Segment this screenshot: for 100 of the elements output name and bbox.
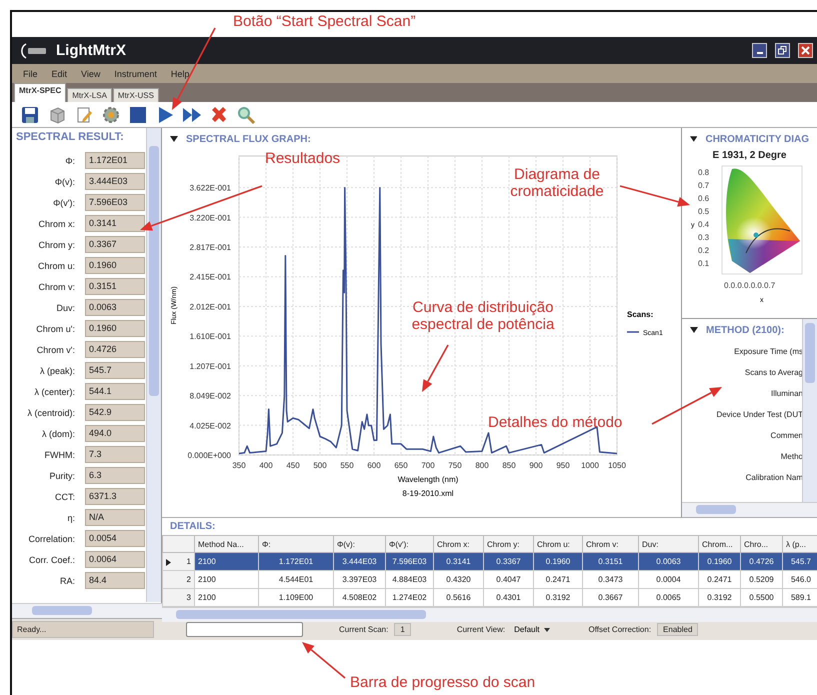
panel-title: METHOD (2100):: [706, 324, 784, 336]
annotation-label: Resultados: [265, 150, 340, 167]
x-tick-label: 950: [556, 461, 570, 470]
result-label: λ (peak):: [40, 366, 75, 376]
tab[interactable]: MtrX-LSA: [67, 88, 112, 102]
column-header[interactable]: Φ(v):: [334, 536, 386, 553]
y-tick-label: 0.5: [698, 207, 709, 216]
column-header[interactable]: Chrom v:: [582, 536, 638, 553]
table-cell: 0.0004: [638, 570, 698, 589]
column-header[interactable]: λ (p...: [782, 536, 817, 553]
collapse-icon[interactable]: [170, 136, 178, 142]
x-tick-label: 350: [232, 461, 246, 470]
result-value: 6.3: [85, 467, 145, 484]
row-header[interactable]: 1: [162, 552, 194, 571]
y-tick-label: 0.2: [698, 246, 709, 256]
stop-button[interactable]: [128, 104, 148, 125]
table-cell: 0.4726: [740, 552, 782, 571]
restore-button[interactable]: [775, 43, 790, 58]
y-tick-label: 8.049E-002: [190, 392, 231, 402]
y-tick-label: 0.7: [698, 181, 709, 190]
y-tick-label: 0.8: [698, 168, 709, 178]
annotation-label: Barra de progresso do scan: [350, 674, 536, 691]
column-header[interactable]: Chrom y:: [484, 536, 534, 553]
tab[interactable]: MtrX-USS: [112, 88, 159, 102]
column-header[interactable]: Chro...: [740, 536, 782, 553]
result-value: 6371.3: [85, 488, 145, 506]
table-cell: 1.172E01: [258, 552, 334, 571]
row-header[interactable]: 3: [162, 588, 194, 607]
column-header[interactable]: Chrom x:: [434, 536, 484, 553]
result-label: Duv:: [56, 302, 75, 313]
table-cell: 2100: [194, 570, 258, 589]
offset-correction-value: Enabled: [657, 623, 698, 636]
table-cell: 0.0063: [638, 552, 698, 571]
result-value: N/A: [85, 509, 145, 526]
x-tick-label: 500: [313, 461, 327, 470]
x-tick-label: 1000: [581, 461, 599, 470]
x-tick-label: 650: [394, 461, 408, 470]
annotation-label: Curva de distribuição espectral de potência: [410, 299, 556, 333]
collapse-icon[interactable]: [690, 327, 698, 334]
table-cell: 0.4047: [484, 570, 534, 589]
result-label: λ (center):: [34, 386, 75, 397]
horizontal-scrollbar[interactable]: [682, 502, 817, 518]
table-cell: 0.2471: [698, 570, 740, 589]
search-button[interactable]: [236, 104, 256, 125]
annotation-label: Detalhes do método: [488, 414, 622, 431]
column-header[interactable]: Duv:: [638, 536, 698, 553]
method-field-label: Metho: [780, 451, 803, 464]
close-button[interactable]: [798, 43, 813, 58]
result-value: 0.3367: [85, 236, 145, 254]
delete-button[interactable]: [209, 104, 229, 125]
column-header[interactable]: Φ:: [258, 536, 334, 553]
window-title: LightMtrX: [56, 42, 126, 60]
menu-item[interactable]: Help: [164, 68, 196, 79]
horizontal-scrollbar[interactable]: [162, 607, 817, 622]
y-tick-label: 2.415E-001: [190, 273, 231, 282]
result-value: 0.3141: [85, 215, 145, 232]
annotation-arrow: [422, 344, 449, 392]
table-cell: 3.444E03: [334, 552, 386, 571]
result-label: η:: [67, 512, 75, 523]
result-label: FWHM:: [44, 450, 75, 460]
result-value: 0.0054: [85, 530, 145, 548]
column-header[interactable]: Chrom...: [698, 536, 740, 553]
vertical-scrollbar[interactable]: [802, 319, 817, 502]
column-header[interactable]: Φ(v'):: [386, 536, 434, 553]
result-label: Chrom x:: [38, 218, 75, 229]
current-row-icon: [166, 559, 171, 566]
table-cell: 0.3151: [582, 552, 638, 571]
view-dropdown[interactable]: Default: [511, 624, 552, 636]
chart-subtitle: E 1931, 2 Degre: [712, 150, 786, 162]
tab[interactable]: MtrX-SPEC: [14, 83, 66, 102]
field-label: Current Scan:: [339, 625, 388, 634]
menu-item[interactable]: File: [16, 68, 45, 79]
collapse-icon[interactable]: [690, 136, 698, 142]
save-button[interactable]: [20, 104, 40, 125]
settings-button[interactable]: [101, 104, 121, 125]
result-label: Corr. Coef.:: [28, 554, 75, 565]
result-value: 0.0064: [85, 551, 145, 568]
panel-title: CHROMATICITY DIAG: [705, 134, 809, 145]
result-value: 84.4: [85, 572, 145, 590]
result-label: Φ:: [65, 156, 75, 166]
result-value: 544.1: [85, 383, 145, 400]
result-label: Chrom y:: [38, 240, 75, 250]
y-tick-label: 3.220E-001: [190, 214, 231, 223]
column-header[interactable]: Chrom u:: [534, 536, 582, 553]
vertical-scrollbar[interactable]: [146, 128, 161, 602]
method-field-label: Illuminan: [770, 388, 803, 400]
method-field-label: Device Under Test (DUT: [715, 409, 803, 422]
menu-item[interactable]: Edit: [44, 68, 74, 79]
result-label: Φ(v):: [54, 176, 75, 187]
row-header[interactable]: 2: [162, 570, 194, 589]
menu-item[interactable]: Instrument: [107, 68, 164, 79]
method-field-label: Commen: [770, 430, 803, 442]
menu-item[interactable]: View: [74, 68, 108, 79]
panel-title: DETAILS:: [169, 520, 216, 534]
table-cell: 4.544E01: [258, 570, 334, 589]
x-tick-label: 450: [286, 461, 300, 470]
minimize-button[interactable]: [752, 43, 767, 58]
table-cell: 0.4320: [434, 570, 484, 589]
horizontal-scrollbar[interactable]: [12, 603, 162, 618]
column-header[interactable]: Method Na...: [194, 536, 258, 553]
